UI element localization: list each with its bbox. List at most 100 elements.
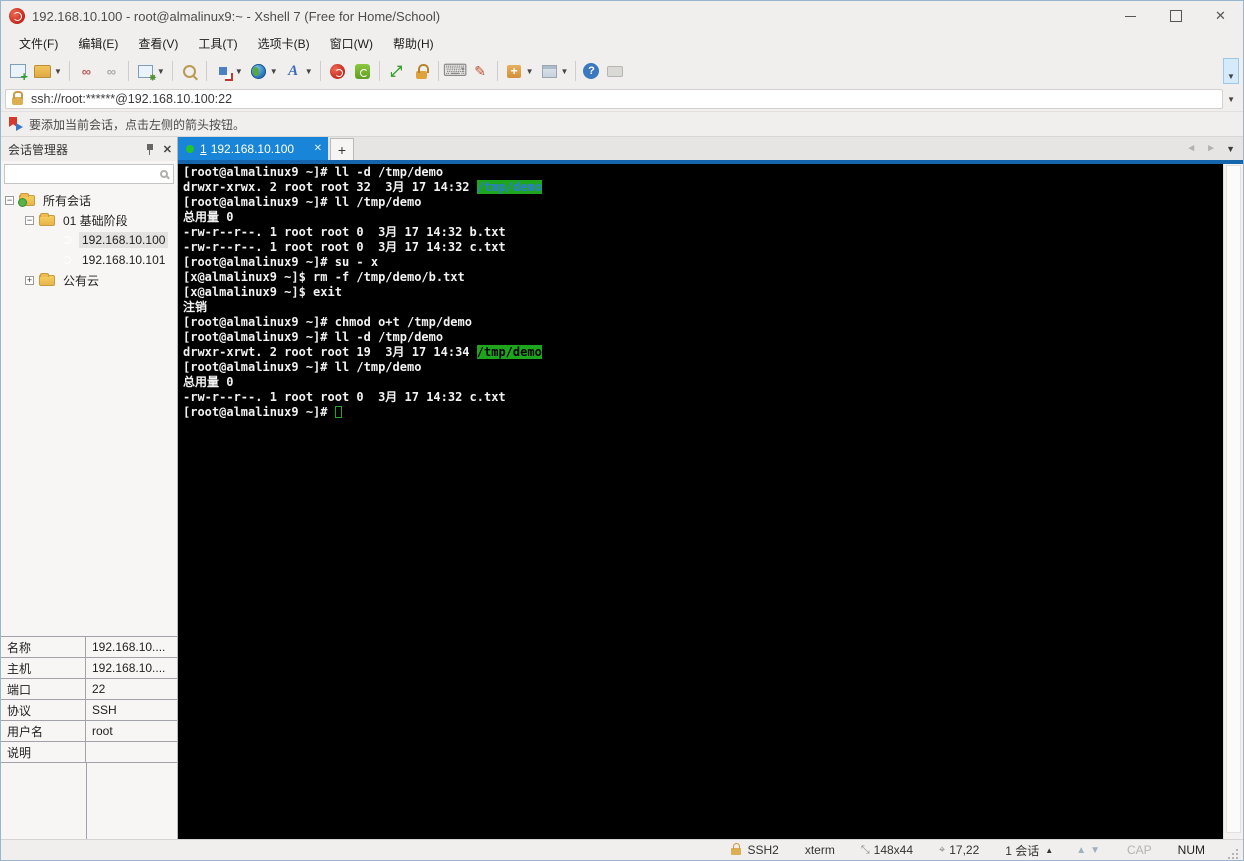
pin-icon[interactable]: [145, 143, 155, 155]
tile-icon-button[interactable]: ▼: [538, 60, 571, 83]
toolbar-separator: [378, 61, 380, 81]
tab-scroll-left-icon[interactable]: ◄: [1186, 143, 1196, 154]
property-row: 协议 SSH: [1, 700, 177, 721]
terminal-cursor: [334, 406, 342, 418]
toolbar: ▼ ▼ ▼ ▼ ▼ ▼ ▼ ▼: [1, 55, 1243, 87]
property-label: 端口: [1, 679, 86, 699]
tab-close-icon[interactable]: ✕: [314, 143, 322, 154]
tile-icon-dropdown[interactable]: ▼: [561, 67, 569, 76]
encoding-icon-button[interactable]: ▼: [247, 60, 280, 83]
terminal-text: [root@almalinux9 ~]# su - x: [183, 255, 379, 269]
menu-item-5[interactable]: 窗口(W): [320, 32, 383, 55]
terminal-scrollbar[interactable]: [1223, 164, 1243, 839]
panel-close-icon[interactable]: ✕: [163, 143, 172, 156]
compose-icon: [214, 62, 233, 81]
keyboard-icon-button[interactable]: [444, 60, 467, 83]
properties-icon-dropdown[interactable]: ▼: [157, 67, 165, 76]
new-file-icon: [505, 62, 524, 81]
window-title: 192.168.10.100 - root@almalinux9:~ - Xsh…: [32, 8, 441, 24]
new-session-icon-button[interactable]: [6, 60, 29, 84]
address-field[interactable]: ssh://root:******@192.168.10.100:22: [5, 89, 1224, 109]
xshell-icon-button[interactable]: [326, 60, 349, 83]
encoding-icon-dropdown[interactable]: ▼: [270, 67, 278, 76]
encoding-icon: [249, 62, 268, 81]
new-tab-button[interactable]: +: [330, 138, 354, 160]
tree-item-label: 192.168.10.101: [82, 253, 166, 267]
toolbar-separator: [496, 61, 498, 81]
collapse-icon[interactable]: −: [5, 195, 14, 205]
terminal-type-label: xterm: [804, 843, 835, 857]
new-session-icon: [8, 62, 28, 84]
session-manager-header: 会话管理器 ✕: [1, 137, 177, 161]
terminal-line: 总用量 0: [183, 210, 1223, 225]
menu-item-2[interactable]: 查看(V): [128, 32, 188, 55]
property-row: 名称 192.168.10....: [1, 637, 177, 658]
terminal-screen[interactable]: [root@almalinux9 ~]# ll -d /tmp/demo drwx…: [178, 164, 1223, 839]
find-icon-button[interactable]: [178, 60, 201, 83]
new-file-icon-dropdown[interactable]: ▼: [526, 67, 534, 76]
tree-item-label: 所有会话: [43, 193, 92, 208]
tree-item-192-168-10-101[interactable]: 192.168.10.101: [1, 250, 177, 270]
tab-scroll-right-icon[interactable]: ►: [1206, 143, 1216, 154]
tab-bar: 1 192.168.10.100 ✕ + ◄ ► ▼: [178, 137, 1243, 160]
tree-item-01-基础阶段[interactable]: − 01 基础阶段: [1, 210, 177, 230]
resize-grip[interactable]: [1226, 847, 1239, 860]
toolbar-overflow-button[interactable]: ▼: [1223, 58, 1239, 84]
scrollbar-thumb[interactable]: [1226, 165, 1241, 834]
terminal-line: drwxr-xrwt. 2 root root 19 3月 17 14:34 /…: [183, 345, 1223, 360]
status-session-count[interactable]: 1 会话 ▲: [1005, 842, 1053, 859]
menu-item-1[interactable]: 编辑(E): [68, 32, 128, 55]
session-search-input[interactable]: [4, 164, 174, 184]
screen-size-label: 148x44: [873, 843, 914, 857]
tree-item-label: 01 基础阶段: [63, 213, 128, 228]
toolbar-separator: [171, 61, 173, 81]
tab-menu-icon[interactable]: ▼: [1226, 144, 1235, 154]
tree-item-192-168-10-100[interactable]: 192.168.10.100: [1, 230, 177, 250]
font-icon-dropdown[interactable]: ▼: [305, 67, 313, 76]
tab-session-192-168-10-100[interactable]: 1 192.168.10.100 ✕: [178, 137, 328, 160]
feedback-icon-button[interactable]: [603, 60, 626, 83]
help-icon-button[interactable]: [581, 61, 601, 81]
highlight-icon-button[interactable]: [469, 60, 492, 83]
collapse-icon[interactable]: −: [25, 215, 34, 225]
menu-item-6[interactable]: 帮助(H): [383, 32, 444, 55]
terminal-line: -rw-r--r--. 1 root root 0 3月 17 14:32 c.…: [183, 240, 1223, 255]
disconnect-icon-button[interactable]: [75, 60, 98, 83]
expand-icon[interactable]: +: [25, 275, 34, 285]
menu-item-0[interactable]: 文件(F): [9, 32, 68, 55]
menu-item-3[interactable]: 工具(T): [188, 32, 247, 55]
compose-icon-button[interactable]: ▼: [212, 60, 245, 83]
session-prev-next-icons[interactable]: ▲▼: [1076, 845, 1104, 856]
terminal-text: [x@almalinux9 ~]$ exit: [183, 285, 342, 299]
xftp-icon: [353, 62, 372, 81]
tree-item-公有云[interactable]: + 公有云: [1, 270, 177, 290]
session-list-expand-icon[interactable]: ▲: [1045, 846, 1053, 855]
tree-item-所有会话[interactable]: − 所有会话: [1, 190, 177, 210]
open-icon-dropdown[interactable]: ▼: [54, 67, 62, 76]
reconnect-icon-button[interactable]: [100, 60, 123, 83]
sidebar-empty-area: [1, 290, 177, 636]
minimize-button[interactable]: [1108, 1, 1153, 31]
xshell-app-icon: [9, 8, 25, 24]
compose-icon-dropdown[interactable]: ▼: [235, 67, 243, 76]
close-button[interactable]: [1198, 1, 1243, 31]
lock-screen-icon-button[interactable]: [410, 60, 433, 83]
fullscreen-icon: [387, 62, 406, 81]
new-file-icon-button[interactable]: ▼: [503, 60, 536, 83]
session-icon: [59, 253, 74, 268]
property-label: 说明: [1, 742, 86, 762]
address-dropdown-icon[interactable]: ▼: [1223, 95, 1239, 104]
menu-item-4[interactable]: 选项卡(B): [248, 32, 320, 55]
terminal-line: [root@almalinux9 ~]# ll -d /tmp/demo: [183, 330, 1223, 345]
terminal-line: [root@almalinux9 ~]# ll -d /tmp/demo: [183, 165, 1223, 180]
maximize-button[interactable]: [1153, 1, 1198, 31]
terminal-text: [root@almalinux9 ~]# ll /tmp/demo: [183, 195, 422, 209]
open-icon-button[interactable]: ▼: [31, 60, 64, 83]
properties-icon-button[interactable]: ▼: [134, 60, 167, 84]
terminal-text: drwxr-xrwx. 2 root root 32 3月 17 14:32: [183, 180, 477, 194]
font-icon-button[interactable]: ▼: [282, 60, 315, 83]
xftp-icon-button[interactable]: [351, 60, 374, 83]
resize-icon: ⤡: [860, 843, 870, 856]
fullscreen-icon-button[interactable]: [385, 60, 408, 83]
toolbar-separator: [437, 61, 439, 81]
